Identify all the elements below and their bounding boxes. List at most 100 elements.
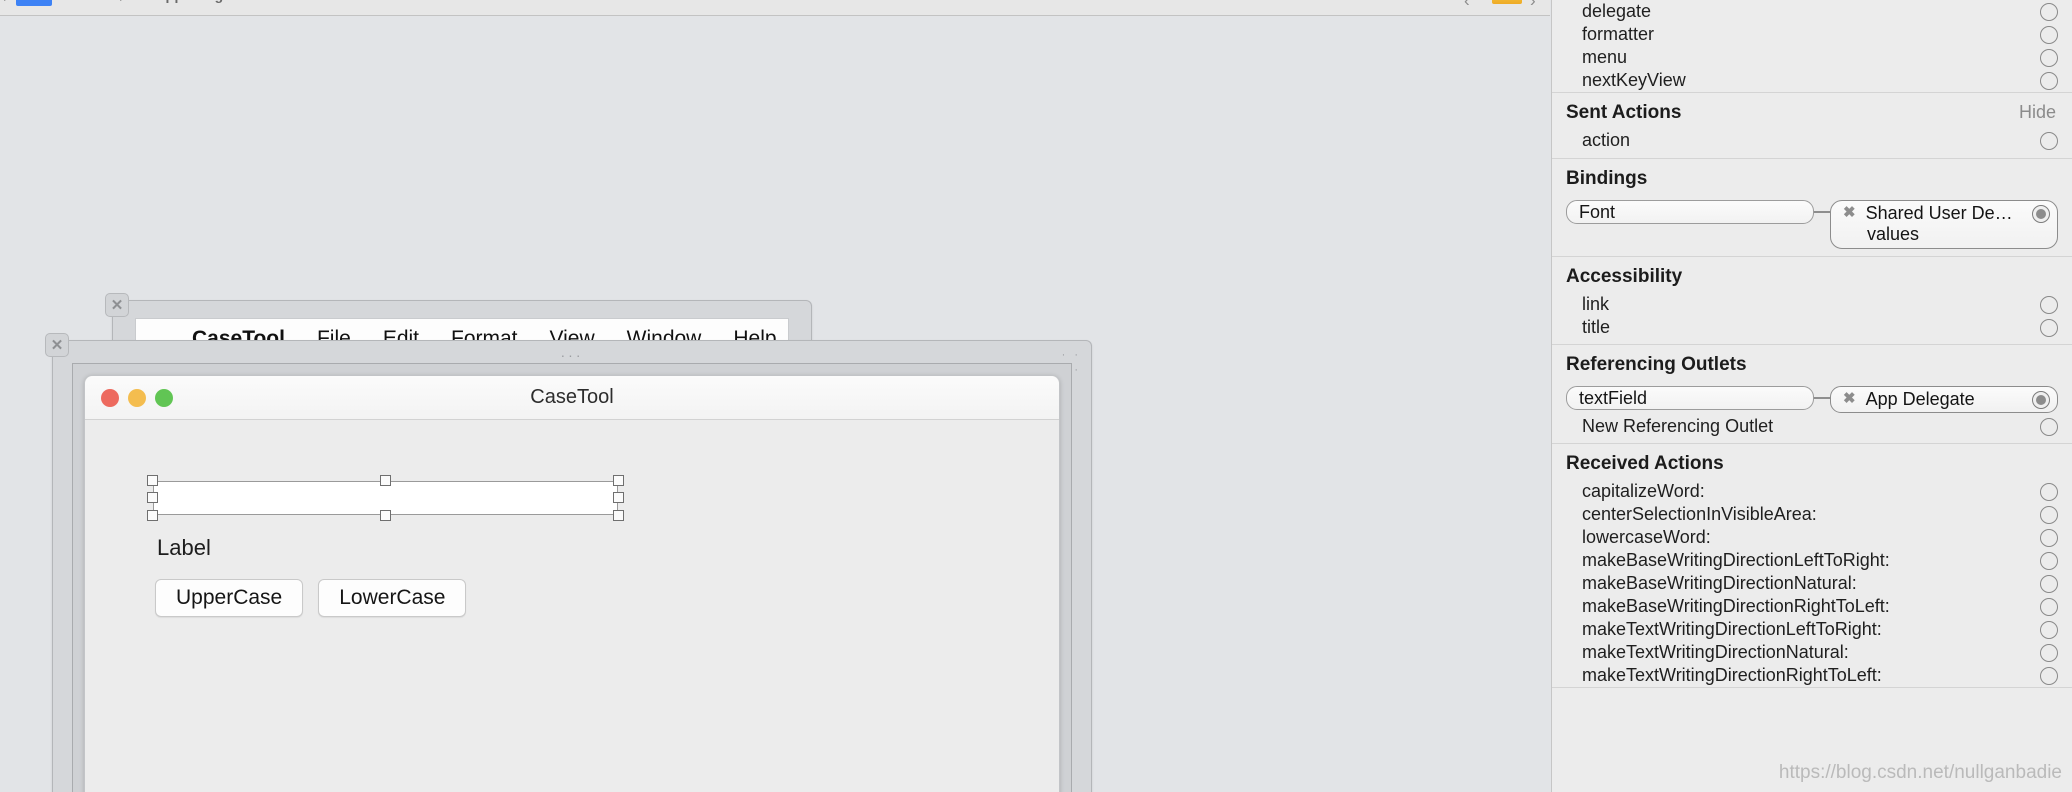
row-maketextwritingdirectionlefttoright[interactable]: makeTextWritingDirectionLeftToRight: <box>1552 618 2072 641</box>
connection-well-icon[interactable] <box>2040 295 2058 314</box>
jump-bar[interactable]: / / \u00b7 AppDelegate.swift ‹ › <box>0 0 1550 16</box>
window-frame: CaseTool Label UpperCase LowerCase <box>72 363 1072 792</box>
row-new-referencing-outlet[interactable]: New Referencing Outlet <box>1552 415 2072 438</box>
jump-bar-separator: / <box>4 0 8 5</box>
connections-inspector[interactable]: delegate formatter menu nextKeyView Sent… <box>1551 0 2072 792</box>
resize-handle-bottom-center[interactable] <box>379 510 391 521</box>
folder-icon[interactable] <box>1492 0 1522 4</box>
app-root: / / \u00b7 AppDelegate.swift ‹ › ✕ CaseT… <box>0 0 2072 792</box>
window-content[interactable]: Label UpperCase LowerCase <box>85 421 1059 792</box>
window-scene[interactable]: ✕ ··· · · · CaseTool Label UpperCase Low… <box>45 333 1092 792</box>
connection-well-icon[interactable] <box>2040 574 2058 593</box>
resize-handle-top-center[interactable] <box>379 475 391 486</box>
row-label: formatter <box>1582 24 1655 44</box>
binding-target-name: Shared User De… <box>1865 203 2013 223</box>
disconnect-icon[interactable]: ✖ <box>1843 389 1856 409</box>
button-row: UpperCase LowerCase <box>155 579 467 617</box>
chevron-forward-icon[interactable]: › <box>1530 0 1536 11</box>
row-label: centerSelectionInVisibleArea: <box>1582 504 1817 524</box>
resize-handle-top-left[interactable] <box>147 475 158 486</box>
row-nextkeyview[interactable]: nextKeyView <box>1552 69 2072 92</box>
row-makebasewritingdirectionnatural[interactable]: makeBaseWritingDirectionNatural: <box>1552 572 2072 595</box>
disconnect-icon[interactable]: ✖ <box>1843 203 1856 223</box>
row-label: nextKeyView <box>1582 70 1686 90</box>
binding-target-pill[interactable]: ✖ Shared User De… values <box>1830 200 2058 249</box>
uppercase-button[interactable]: UpperCase <box>155 579 304 617</box>
resize-handle-bottom-left[interactable] <box>147 510 158 521</box>
row-centerselectioninvisiblearea[interactable]: centerSelectionInVisibleArea: <box>1552 503 2072 526</box>
connection-well-icon[interactable] <box>2040 551 2058 570</box>
section-title: Received Actions <box>1566 453 1724 474</box>
row-maketextwritingdirectionnatural[interactable]: makeTextWritingDirectionNatural: <box>1552 641 2072 664</box>
row-label: title <box>1582 317 1611 337</box>
row-maketextwritingdirectionrighttoleft[interactable]: makeTextWritingDirectionRightToLeft: <box>1552 664 2072 687</box>
static-label[interactable]: Label <box>157 535 211 561</box>
app-window[interactable]: CaseTool Label UpperCase LowerCase <box>84 375 1060 792</box>
row-makebasewritingdirectionlefttoright[interactable]: makeBaseWritingDirectionLeftToRight: <box>1552 549 2072 572</box>
connection-well-icon[interactable] <box>2040 620 2058 639</box>
row-formatter[interactable]: formatter <box>1552 23 2072 46</box>
connection-well-icon[interactable] <box>2040 131 2058 150</box>
binding-connection-font[interactable]: Font ✖ Shared User De… values <box>1552 195 2072 256</box>
connection-well-icon[interactable] <box>2040 597 2058 616</box>
row-title[interactable]: title <box>1552 316 2072 339</box>
close-icon[interactable]: ✕ <box>105 293 129 317</box>
section-title: Referencing Outlets <box>1566 354 1747 375</box>
inspector-section-referencing-outlets: Referencing Outlets textField ✖ App Dele… <box>1552 345 2072 444</box>
referencing-outlet-connection[interactable]: textField ✖ App Delegate <box>1552 381 2072 415</box>
jump-bar-active-chip[interactable] <box>16 0 52 6</box>
row-makebasewritingdirectionrighttoleft[interactable]: makeBaseWritingDirectionRightToLeft: <box>1552 595 2072 618</box>
connection-well-icon[interactable] <box>2040 666 2058 685</box>
resize-handle-middle-right[interactable] <box>613 492 624 503</box>
hide-toggle[interactable]: Hide <box>2019 102 2056 123</box>
row-label: capitalizeWord: <box>1582 481 1705 501</box>
chevron-back-icon[interactable]: ‹ <box>1464 0 1470 11</box>
connection-well-icon[interactable] <box>2040 482 2058 501</box>
row-label: lowercaseWord: <box>1582 527 1711 547</box>
inspector-section-accessibility: Accessibility link title <box>1552 257 2072 345</box>
inspector-section-outlets: delegate formatter menu nextKeyView <box>1552 0 2072 93</box>
row-label: makeTextWritingDirectionLeftToRight: <box>1582 619 1882 639</box>
row-label: menu <box>1582 47 1628 67</box>
section-title: Accessibility <box>1566 266 1683 287</box>
lowercase-button[interactable]: LowerCase <box>318 579 467 617</box>
section-header: Referencing Outlets <box>1552 345 2072 381</box>
binding-target-keypath: values <box>1867 224 1920 244</box>
window-title: CaseTool <box>530 386 614 408</box>
selected-text-field[interactable] <box>147 475 624 521</box>
window-titlebar[interactable]: CaseTool <box>85 376 1059 420</box>
resize-handle-top-right[interactable] <box>613 475 624 486</box>
outlet-target-pill[interactable]: ✖ App Delegate <box>1830 386 2058 413</box>
row-delegate[interactable]: delegate <box>1552 0 2072 23</box>
row-label: delegate <box>1582 1 1652 21</box>
connection-well-icon[interactable] <box>2040 528 2058 547</box>
connection-well-filled-icon[interactable] <box>2032 391 2050 409</box>
section-header: Bindings <box>1552 159 2072 195</box>
section-title: Sent Actions <box>1566 102 1682 123</box>
resize-handle-middle-left[interactable] <box>147 492 158 503</box>
connection-well-icon[interactable] <box>2040 417 2058 436</box>
connection-well-icon[interactable] <box>2040 71 2058 90</box>
connection-well-icon[interactable] <box>2040 48 2058 67</box>
row-menu[interactable]: menu <box>1552 46 2072 69</box>
row-action[interactable]: action <box>1552 129 2072 152</box>
connection-well-icon[interactable] <box>2040 25 2058 44</box>
connection-well-icon[interactable] <box>2040 643 2058 662</box>
connection-well-icon[interactable] <box>2040 2 2058 21</box>
inspector-section-bindings: Bindings Font ✖ Shared User De… values <box>1552 159 2072 257</box>
connection-well-filled-icon[interactable] <box>2032 205 2050 223</box>
resize-handle-bottom-right[interactable] <box>613 510 624 521</box>
binding-name-pill[interactable]: Font <box>1566 200 1814 224</box>
row-capitalizeword[interactable]: capitalizeWord: <box>1552 480 2072 503</box>
outlet-name-pill[interactable]: textField <box>1566 386 1814 410</box>
section-header: Accessibility <box>1552 257 2072 293</box>
row-link[interactable]: link <box>1552 293 2072 316</box>
jump-bar-path[interactable]: AppDelegate.swift <box>155 0 283 3</box>
row-label: link <box>1582 294 1610 314</box>
interface-builder-canvas[interactable]: ✕ CaseTool File Edit Format View Window … <box>0 17 1550 792</box>
connection-well-icon[interactable] <box>2040 318 2058 337</box>
section-title: Bindings <box>1566 168 1648 189</box>
row-label: action <box>1582 130 1631 150</box>
row-lowercaseword[interactable]: lowercaseWord: <box>1552 526 2072 549</box>
connection-well-icon[interactable] <box>2040 505 2058 524</box>
